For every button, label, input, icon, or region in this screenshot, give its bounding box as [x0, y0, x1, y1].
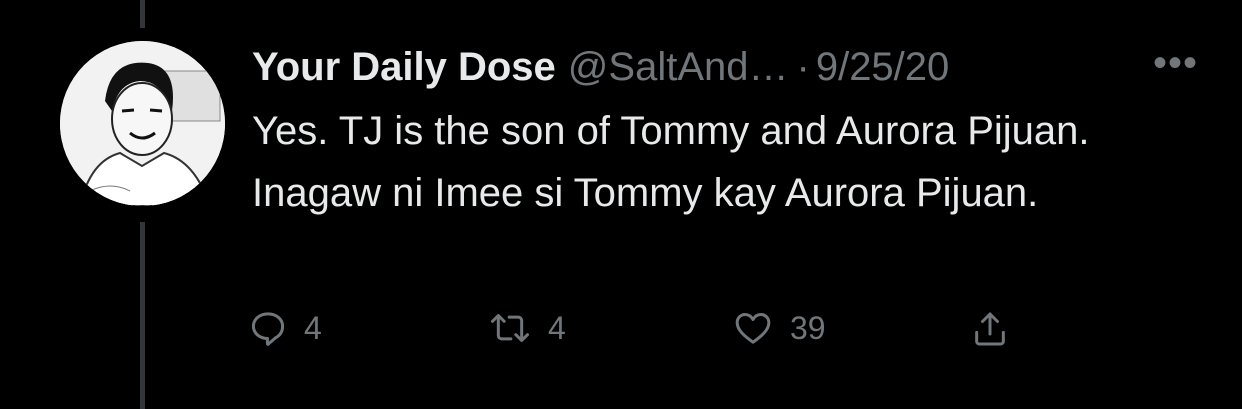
- retweet-count: 4: [548, 309, 566, 346]
- more-options-icon[interactable]: •••: [1153, 38, 1198, 88]
- like-count: 39: [790, 309, 826, 346]
- tweet-actions: 4 4 39: [248, 308, 1048, 356]
- like-button[interactable]: 39: [732, 308, 826, 348]
- retweet-button[interactable]: 4: [488, 308, 566, 348]
- reply-count: 4: [304, 309, 322, 346]
- tweet-date[interactable]: 9/25/20: [816, 38, 949, 96]
- thread-line-top: [140, 0, 145, 28]
- tweet-text: Yes. TJ is the son of Tommy and Aurora P…: [252, 109, 1090, 215]
- reply-button[interactable]: 4: [248, 308, 322, 348]
- avatar[interactable]: [60, 41, 225, 206]
- share-icon: [975, 312, 1005, 346]
- user-handle[interactable]: @SaltAnd…: [568, 38, 789, 96]
- tweet-header: Your Daily Dose @SaltAnd… · 9/25/20: [252, 38, 1202, 96]
- heart-icon: [735, 313, 771, 344]
- reply-icon: [251, 312, 285, 346]
- share-button[interactable]: [970, 308, 1010, 350]
- separator-dot: ·: [796, 45, 810, 89]
- profile-photo-icon: [60, 41, 225, 206]
- tweet-content: Your Daily Dose @SaltAnd… · 9/25/20 ••• …: [252, 38, 1202, 224]
- retweet-icon: [491, 314, 529, 342]
- thread-line-bottom: [140, 222, 145, 409]
- display-name[interactable]: Your Daily Dose: [252, 38, 556, 96]
